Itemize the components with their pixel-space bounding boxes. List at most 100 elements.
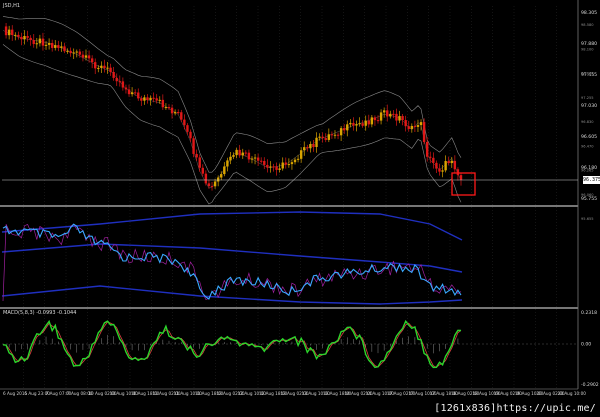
candle-body — [155, 98, 158, 101]
candle-body — [29, 37, 32, 41]
candle-body — [389, 113, 392, 117]
candle-body — [54, 45, 57, 48]
candle-body — [260, 160, 263, 162]
candle-body — [287, 164, 291, 166]
candle-body — [17, 34, 20, 37]
candle-body — [373, 117, 377, 121]
candle-body — [180, 112, 183, 120]
candle-body — [167, 107, 171, 109]
grid-lines — [0, 0, 579, 390]
stochastic-band-3 — [1, 285, 463, 305]
candle-body — [438, 168, 441, 172]
candle-body — [20, 36, 23, 40]
price-pane[interactable] — [2, 16, 578, 205]
candle-body — [69, 50, 72, 54]
candle-body — [198, 157, 201, 168]
candle-body — [392, 113, 395, 115]
candle-body — [382, 110, 386, 113]
candle-body — [272, 166, 275, 168]
candle-body — [127, 89, 131, 95]
candle-body — [63, 46, 66, 52]
candle-body — [425, 142, 429, 157]
candle-body — [75, 51, 78, 53]
candle-body — [447, 161, 450, 164]
candle-body — [84, 55, 88, 58]
candle-body — [41, 38, 45, 46]
candle-body — [140, 98, 143, 101]
candle-body — [244, 152, 248, 154]
candle-body — [38, 38, 42, 44]
candle-body — [124, 87, 128, 90]
candle-body — [152, 97, 155, 99]
candle-body — [72, 52, 75, 54]
price-axis-label: 97.880 — [581, 41, 597, 47]
candle-body — [376, 120, 380, 122]
macd-pane[interactable] — [2, 319, 578, 369]
candle-body — [26, 36, 29, 38]
candle-body — [173, 112, 177, 114]
candle-body — [290, 162, 294, 165]
candle-body — [284, 162, 287, 165]
candle-body — [11, 29, 14, 36]
price-axis-minor-label: 95.655 — [581, 217, 594, 221]
bollinger-middle — [2, 30, 462, 189]
candle-body — [23, 36, 26, 40]
candle-body — [210, 186, 214, 188]
candle-body — [44, 44, 48, 46]
candle-body — [103, 65, 106, 69]
candle-body — [78, 51, 82, 55]
candle-body — [121, 81, 125, 88]
candle-body — [395, 113, 398, 121]
candle-body — [456, 169, 460, 176]
candle-body — [398, 116, 401, 121]
price-axis-minor-label: 96.830 — [581, 120, 594, 124]
candle-body — [250, 158, 254, 160]
stochastic-pane[interactable] — [1, 211, 463, 305]
candle-body — [238, 149, 241, 156]
candle-body — [370, 117, 374, 125]
candle-body — [299, 150, 303, 159]
candle-body — [429, 156, 432, 158]
price-axis-minor-label: 96.060 — [581, 193, 594, 197]
stochastic-band-2 — [1, 243, 463, 273]
price-axis-minor-label: 96.265 — [581, 169, 594, 173]
candle-body — [441, 170, 444, 172]
candle-body — [355, 124, 358, 126]
candle-body — [216, 177, 220, 182]
candle-body — [235, 149, 238, 156]
time-axis-label: 20 Aug 10:00 — [558, 391, 587, 396]
candle-body — [170, 107, 174, 114]
candle-body — [241, 152, 244, 156]
candle-body — [232, 155, 235, 157]
candle-body — [349, 122, 352, 125]
candle-body — [189, 131, 192, 139]
candle-body — [306, 147, 309, 149]
candle-body — [453, 160, 457, 170]
candle-body — [269, 166, 272, 168]
candle-body — [213, 181, 217, 187]
bollinger-upper — [2, 16, 462, 173]
price-axis-label: 97.030 — [581, 103, 597, 109]
candle-body — [60, 46, 63, 48]
candle-body — [342, 128, 346, 131]
candle-body — [253, 157, 257, 159]
candle-body — [330, 134, 334, 136]
price-axis-label: 96.605 — [581, 134, 597, 140]
candle-body — [309, 144, 312, 149]
candle-body — [327, 134, 331, 140]
candle-body — [66, 50, 69, 52]
candle-body — [94, 62, 97, 69]
candle-body — [81, 54, 85, 58]
macd-axis-label: 0.00 — [581, 342, 591, 348]
candle-body — [247, 152, 251, 160]
candle-body — [226, 160, 229, 167]
candle-body — [275, 166, 278, 170]
trading-chart[interactable]: 98.30597.88097.45597.03096.60596.18095.7… — [0, 0, 600, 417]
candle-body — [57, 45, 60, 48]
candle-body — [278, 168, 281, 170]
candle-body — [422, 122, 426, 143]
candle-body — [100, 65, 103, 68]
price-axis-minor-label: 98.580 — [581, 23, 594, 27]
candle-body — [223, 166, 226, 175]
candle-body — [361, 123, 364, 126]
